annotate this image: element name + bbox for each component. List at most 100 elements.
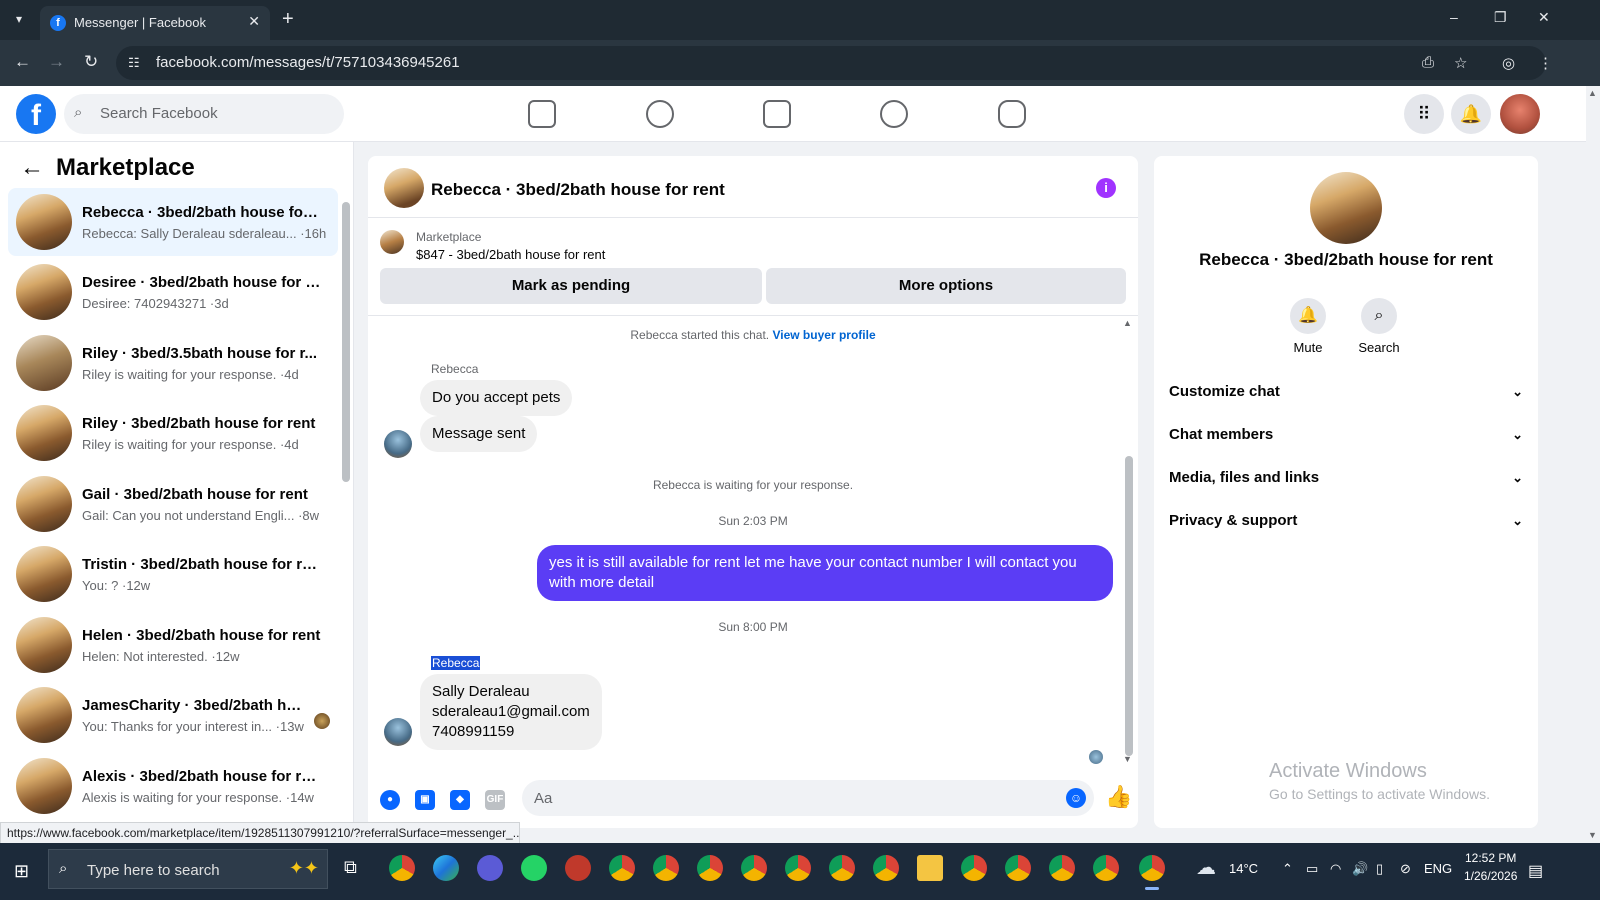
windows-start-icon[interactable]: ⊞ [14, 861, 29, 882]
page-scroll-up-icon[interactable]: ▲ [1588, 88, 1597, 98]
back-icon[interactable]: ← [14, 52, 31, 72]
sticker-icon[interactable]: ◆ [450, 790, 470, 810]
more-options-button[interactable]: More options [766, 268, 1126, 304]
chrome-app-icon[interactable] [697, 855, 723, 881]
tab-search-menu-icon[interactable]: ▾ [8, 8, 30, 30]
url-omnibox[interactable]: ☷ facebook.com/messages/t/75710343694526… [116, 46, 1553, 80]
view-buyer-profile-link[interactable]: View buyer profile [772, 328, 875, 342]
whatsapp-app-icon[interactable] [521, 855, 547, 881]
sender-avatar[interactable] [384, 430, 412, 458]
mark-as-pending-button[interactable]: Mark as pending [380, 268, 762, 304]
listing-thumbnail[interactable] [380, 230, 404, 254]
minimize-icon[interactable]: – [1450, 9, 1458, 25]
incoming-message[interactable]: Sally Deraleau sderaleau1@gmail.com 7408… [420, 674, 602, 750]
conversation-item[interactable]: Alexis · 3bed/2bath house for rent Alexi… [8, 752, 338, 820]
conversation-item[interactable]: Riley · 3bed/3.5bath house for r... Rile… [8, 329, 338, 397]
tray-app-icon[interactable]: ▭ [1306, 861, 1318, 877]
profile-icon[interactable]: ◎ [1502, 54, 1515, 72]
edge-app-icon[interactable] [433, 855, 459, 881]
reload-icon[interactable]: ↻ [84, 52, 98, 72]
conversation-item[interactable]: Desiree · 3bed/2bath house for r... Desi… [8, 258, 338, 326]
sidebar-scrollbar[interactable] [342, 202, 350, 482]
volume-icon[interactable]: 🔊 [1352, 861, 1368, 877]
tray-expand-icon[interactable]: ⌃ [1282, 861, 1293, 877]
outgoing-message[interactable]: yes it is still available for rent let m… [537, 545, 1113, 601]
emoji-icon[interactable]: ☺ [1066, 788, 1086, 808]
network-icon[interactable]: ◠ [1330, 861, 1341, 877]
taskbar-clock[interactable]: 12:52 PM 1/26/2026 [1464, 849, 1517, 885]
sender-avatar[interactable] [384, 718, 412, 746]
conversation-item[interactable]: Rebecca · 3bed/2bath house for ... Rebec… [8, 188, 338, 256]
app-icon[interactable] [565, 855, 591, 881]
scroll-up-icon[interactable]: ▲ [1123, 318, 1132, 328]
mute-button[interactable]: 🔔 Mute [1268, 298, 1348, 355]
privacy-support-item[interactable]: Privacy & support ⌄ [1169, 501, 1523, 541]
chat-title[interactable]: Rebecca · 3bed/2bath house for rent [431, 180, 725, 200]
weather-cloud-icon[interactable]: ☁ [1196, 855, 1216, 880]
weather-temp[interactable]: 14°C [1229, 861, 1258, 876]
chat-members-item[interactable]: Chat members ⌄ [1169, 415, 1523, 455]
account-avatar[interactable] [1500, 94, 1540, 134]
incoming-message[interactable]: Do you accept pets [420, 380, 573, 416]
chrome-app-icon[interactable] [653, 855, 679, 881]
chat-avatar[interactable] [384, 168, 424, 208]
incoming-message[interactable]: Message sent [420, 416, 538, 452]
file-explorer-icon[interactable] [917, 855, 943, 881]
chrome-app-icon[interactable] [1139, 855, 1165, 890]
chrome-app-icon[interactable] [873, 855, 899, 881]
conversation-item[interactable]: Tristin · 3bed/2bath house for re... You… [8, 540, 338, 608]
chrome-app-icon[interactable] [785, 855, 811, 881]
new-tab-icon[interactable]: + [282, 8, 294, 31]
listing-title[interactable]: $847 - 3bed/2bath house for rent [416, 247, 605, 262]
browser-menu-icon[interactable]: ⋮ [1538, 54, 1553, 72]
notification-center-icon[interactable]: ▤ [1528, 861, 1543, 881]
conversation-item[interactable]: Gail · 3bed/2bath house for rent Gail: C… [8, 470, 338, 538]
conversation-item[interactable]: Riley · 3bed/2bath house for rent Riley … [8, 399, 338, 467]
marketplace-icon[interactable] [763, 100, 791, 128]
scroll-down-icon[interactable]: ▼ [1123, 754, 1132, 764]
taskbar-search-input[interactable]: ⌕ Type here to search ✦✦ [48, 849, 328, 889]
forward-icon[interactable]: → [48, 52, 65, 72]
search-conversation-button[interactable]: ⌕ Search [1339, 298, 1419, 355]
tab-close-icon[interactable]: ✕ [248, 13, 260, 30]
chrome-app-icon[interactable] [1049, 855, 1075, 881]
restore-icon[interactable]: ❐ [1494, 9, 1507, 26]
chrome-app-icon[interactable] [961, 855, 987, 881]
groups-icon[interactable] [880, 100, 908, 128]
back-arrow-icon[interactable]: ← [20, 154, 48, 182]
chat-scrollbar[interactable] [1125, 456, 1133, 756]
battery-icon[interactable]: ▯ [1376, 861, 1383, 877]
details-avatar[interactable] [1310, 172, 1382, 244]
language-indicator[interactable]: ENG [1424, 861, 1452, 876]
site-info-icon[interactable]: ☷ [128, 55, 140, 71]
home-icon[interactable] [528, 100, 556, 128]
page-scroll-down-icon[interactable]: ▼ [1588, 830, 1597, 840]
notifications-icon[interactable]: 🔔 [1451, 94, 1491, 134]
message-input[interactable]: Aa ☺ [522, 780, 1094, 816]
url-text[interactable]: facebook.com/messages/t/757103436945261 [156, 54, 460, 71]
media-files-links-item[interactable]: Media, files and links ⌄ [1169, 458, 1523, 498]
chrome-app-icon[interactable] [829, 855, 855, 881]
browser-tab[interactable]: f Messenger | Facebook ✕ [40, 6, 270, 40]
chrome-app-icon[interactable] [609, 855, 635, 881]
chrome-app-icon[interactable] [389, 855, 415, 881]
install-app-icon[interactable]: ⎙ [1422, 54, 1434, 71]
friends-icon[interactable] [646, 100, 674, 128]
menu-grid-icon[interactable]: ⠿ [1404, 94, 1444, 134]
conversation-item[interactable]: Helen · 3bed/2bath house for rent Helen:… [8, 611, 338, 679]
gif-icon[interactable]: GIF [485, 790, 505, 810]
app-icon[interactable] [477, 855, 503, 881]
wifi-off-icon[interactable]: ⊘ [1400, 861, 1411, 877]
gaming-icon[interactable] [998, 100, 1026, 128]
chrome-app-icon[interactable] [1005, 855, 1031, 881]
facebook-logo-icon[interactable]: f [16, 94, 56, 134]
photo-icon[interactable]: ▣ [415, 790, 435, 810]
info-icon[interactable]: i [1096, 178, 1116, 198]
like-thumb-icon[interactable]: 👍 [1105, 784, 1132, 810]
facebook-search-input[interactable]: ⌕ Search Facebook [64, 94, 344, 134]
customize-chat-item[interactable]: Customize chat ⌄ [1169, 372, 1523, 412]
bookmark-star-icon[interactable]: ☆ [1454, 54, 1467, 72]
conversation-item[interactable]: JamesCharity · 3bed/2bath ho... You: Tha… [8, 681, 338, 749]
chrome-app-icon[interactable] [741, 855, 767, 881]
chrome-app-icon[interactable] [1093, 855, 1119, 881]
